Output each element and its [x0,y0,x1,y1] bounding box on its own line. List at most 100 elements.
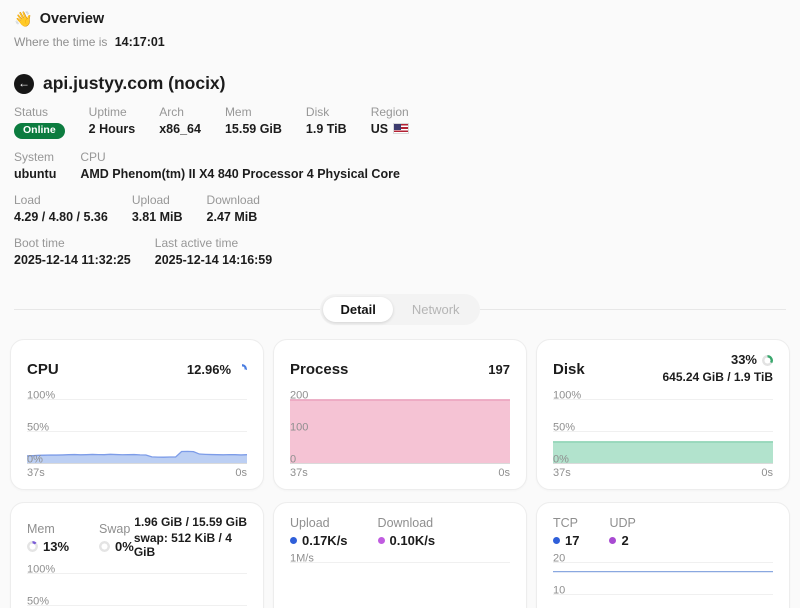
process-count-value: 197 [488,362,510,377]
network-chart: 1M/s0M/s37s0s [290,562,510,608]
last-active-field: Last active time 2025-12-14 14:16:59 [155,236,272,268]
tabs-divider: Detail Network [14,294,786,325]
upload-label: Upload [132,193,183,207]
load-label: Load [14,193,108,207]
tab-detail[interactable]: Detail [323,297,392,322]
swap-percent-value: 0% [115,539,134,554]
upload-speed-value: 0.17K/s [302,533,348,548]
cpu-spinner-icon [237,364,247,374]
process-card: Process 197 200100037s0s [273,339,527,490]
disk-label: Disk [306,105,347,119]
cpu-usage-value: 12.96% [187,362,231,377]
divider-left [14,309,320,310]
info-row-4: Boot time 2025-12-14 11:32:25 Last activ… [14,236,786,268]
disk-card: Disk 33% 645.24 GiB / 1.9 TiB 100%50%0%3… [536,339,790,490]
uptime-label: Uptime [89,105,136,119]
tcp-count-value: 17 [565,533,579,548]
cpu-card: CPU 12.96% 100%50%0%37s0s [10,339,264,490]
process-chart: 200100037s0s [290,399,510,479]
upload-metric-label: Upload [290,516,348,530]
load-field: Load 4.29 / 4.80 / 5.36 [14,193,108,225]
swap-ring-icon [99,541,110,552]
arch-field: Arch x86_64 [159,105,201,139]
tab-group: Detail Network [320,294,479,325]
disk-usage-ring-icon [762,355,773,366]
cpu-label: CPU [80,150,400,164]
download-label: Download [207,193,260,207]
server-name: api.justyy.com (nocix) [43,73,226,94]
wave-emoji-icon: 👋 [14,10,33,28]
arch-label: Arch [159,105,201,119]
arch-value: x86_64 [159,122,201,137]
download-metric-label: Download [378,516,436,530]
divider-right [480,309,786,310]
download-value: 2.47 MiB [207,210,260,225]
download-metric: Download 0.10K/s [378,516,436,548]
swap-metric-label: Swap [99,522,134,536]
status-label: Status [14,105,65,119]
upload-field: Upload 3.81 MiB [132,193,183,225]
mem-chart: 100%50%0%37s0s [27,573,247,608]
back-button[interactable]: ← [14,74,34,94]
us-flag-icon [393,123,409,134]
cpu-card-title: CPU [27,361,59,378]
uptime-value: 2 Hours [89,122,136,137]
info-row-3: Load 4.29 / 4.80 / 5.36 Upload 3.81 MiB … [14,193,786,225]
mem-value: 15.59 GiB [225,122,282,137]
upload-dot-icon [290,537,297,544]
mem-label: Mem [225,105,282,119]
status-badge: Online [14,123,65,139]
udp-metric: UDP 2 [609,516,635,548]
swap-usage-detail: swap: 512 KiB / 4 GiB [134,532,247,560]
tcp-metric-label: TCP [553,516,579,530]
download-speed-value: 0.10K/s [390,533,436,548]
page: 👋 Overview Where the time is 14:17:01 ← … [0,0,800,608]
mem-usage-detail: 1.96 GiB / 15.59 GiB [134,516,247,530]
region-value: US [371,122,388,136]
time-label: Where the time is [14,35,107,49]
system-label: System [14,150,56,164]
load-value: 4.29 / 4.80 / 5.36 [14,210,108,225]
udp-dot-icon [609,537,616,544]
uptime-field: Uptime 2 Hours [89,105,136,139]
region-label: Region [371,105,409,119]
mem-metric: Mem 13% [27,522,69,554]
disk-card-title: Disk [553,361,585,378]
system-value: ubuntu [14,167,56,182]
tcp-metric: TCP 17 [553,516,579,548]
process-card-title: Process [290,361,348,378]
disk-usage-detail: 645.24 GiB / 1.9 TiB [662,371,773,385]
mem-card: Mem 13% Swap 0% 1 [10,502,264,608]
disk-chart: 100%50%0%37s0s [553,399,773,479]
boot-time-field: Boot time 2025-12-14 11:32:25 [14,236,131,268]
boot-time-label: Boot time [14,236,131,250]
region-field: Region US [371,105,409,139]
upload-value: 3.81 MiB [132,210,183,225]
last-active-value: 2025-12-14 14:16:59 [155,253,272,268]
mem-ring-icon [27,541,38,552]
cpu-field: CPU AMD Phenom(tm) II X4 840 Processor 4… [80,150,400,182]
udp-count-value: 2 [621,533,628,548]
network-card: Upload 0.17K/s Download 0.10K/s [273,502,527,608]
tab-network[interactable]: Network [395,297,477,322]
info-row-1: Status Online Uptime 2 Hours Arch x86_64… [14,105,786,139]
swap-metric: Swap 0% [99,522,134,554]
status-field: Status Online [14,105,65,139]
download-field: Download 2.47 MiB [207,193,260,225]
cpu-value: AMD Phenom(tm) II X4 840 Processor 4 Phy… [80,167,400,182]
cpu-chart: 100%50%0%37s0s [27,399,247,479]
boot-time-value: 2025-12-14 11:32:25 [14,253,131,268]
connections-chart: 2010037s0s [553,562,773,608]
udp-metric-label: UDP [609,516,635,530]
system-field: System ubuntu [14,150,56,182]
connections-card: TCP 17 UDP 2 2010037s0s [536,502,790,608]
tcp-dot-icon [553,537,560,544]
disk-value: 1.9 TiB [306,122,347,137]
download-dot-icon [378,537,385,544]
upload-metric: Upload 0.17K/s [290,516,348,548]
last-active-label: Last active time [155,236,272,250]
disk-usage-percent: 33% [731,353,757,368]
current-time: 14:17:01 [115,35,165,49]
overview-header: 👋 Overview Where the time is 14:17:01 [14,10,786,49]
mem-field: Mem 15.59 GiB [225,105,282,139]
